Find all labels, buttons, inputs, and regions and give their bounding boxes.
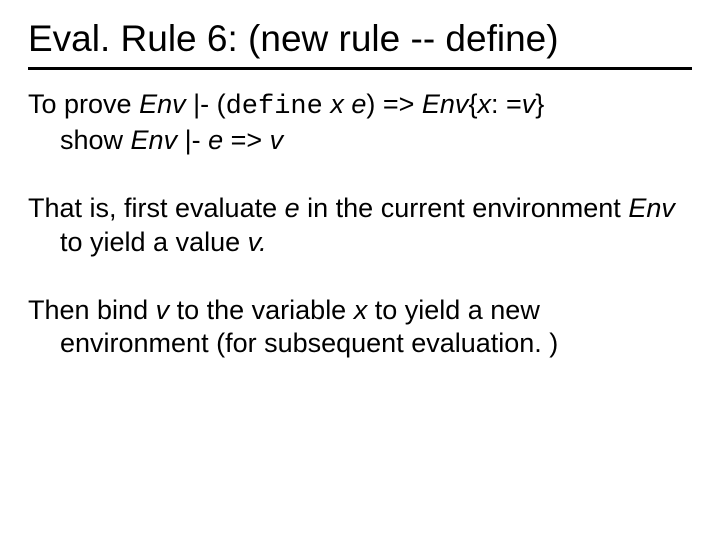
text: to yield a value xyxy=(60,227,248,257)
text: Then bind xyxy=(28,295,156,325)
slide-body: To prove Env |- (define x e) => Env{x: =… xyxy=(28,88,692,362)
explanation-1-text: That is, first evaluate e in the current… xyxy=(28,192,692,260)
text: |- ( xyxy=(186,89,226,119)
var-v: v xyxy=(156,295,170,325)
text: show xyxy=(60,125,131,155)
text: ) => xyxy=(366,89,422,119)
text: : = xyxy=(491,89,522,119)
slide: Eval. Rule 6: (new rule -- define) To pr… xyxy=(0,0,720,540)
explanation-2-text: Then bind v to the variable x to yield a… xyxy=(28,294,692,362)
keyword-define: define xyxy=(226,92,323,122)
rule-line-2: show Env |- e => v xyxy=(28,124,692,158)
explanation-2: Then bind v to the variable x to yield a… xyxy=(28,294,692,362)
var-env: Env xyxy=(628,193,675,223)
var-env: Env xyxy=(139,89,186,119)
text: |- xyxy=(177,125,208,155)
var-x: x xyxy=(330,89,344,119)
var-env: Env xyxy=(422,89,469,119)
var-env: Env xyxy=(131,125,178,155)
text: . xyxy=(259,227,267,257)
explanation-1: That is, first evaluate e in the current… xyxy=(28,192,692,260)
rule-statement: To prove Env |- (define x e) => Env{x: =… xyxy=(28,88,692,159)
text: in the current environment xyxy=(300,193,629,223)
var-v: v xyxy=(522,89,536,119)
text: to the variable xyxy=(169,295,354,325)
text: } xyxy=(535,89,544,119)
text: => xyxy=(223,125,270,155)
var-e: e xyxy=(285,193,300,223)
text: That is, first evaluate xyxy=(28,193,285,223)
var-x: x xyxy=(477,89,491,119)
rule-line-1: To prove Env |- (define x e) => Env{x: =… xyxy=(28,88,692,125)
var-v: v xyxy=(248,227,260,257)
var-v: v xyxy=(270,125,284,155)
slide-title: Eval. Rule 6: (new rule -- define) xyxy=(28,18,692,70)
var-e: e xyxy=(351,89,366,119)
text: To prove xyxy=(28,89,139,119)
var-e: e xyxy=(208,125,223,155)
var-x: x xyxy=(354,295,368,325)
